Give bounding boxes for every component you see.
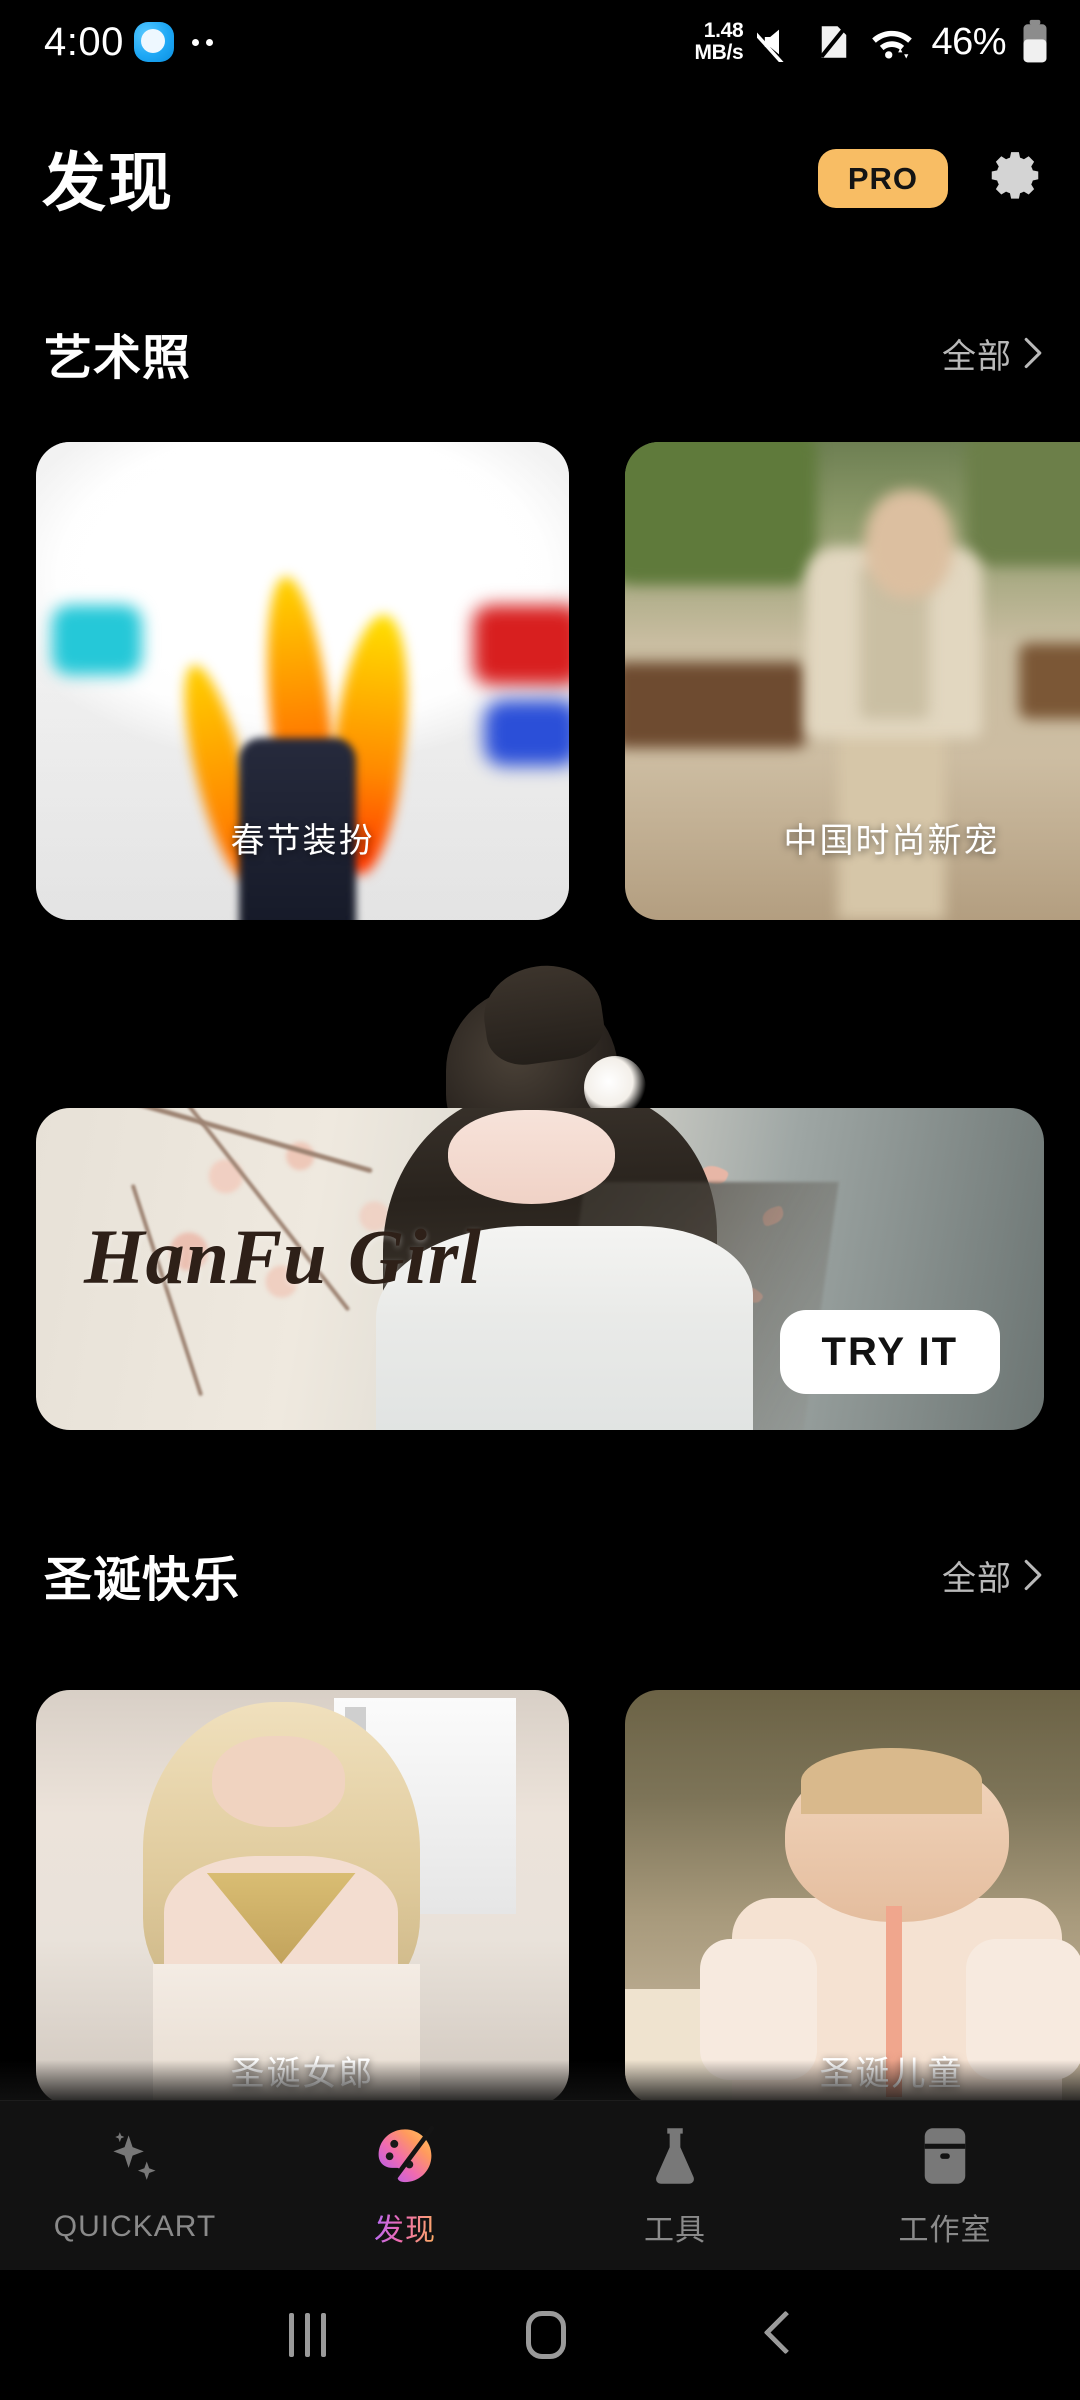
nav-label: 工具 xyxy=(644,2213,706,2247)
nav-label: 工作室 xyxy=(898,2213,992,2247)
gear-icon[interactable] xyxy=(984,147,1046,209)
status-time: 4:00 xyxy=(44,20,124,64)
carousel-card[interactable]: 圣诞女郎 xyxy=(36,1690,569,2105)
section-header-christmas: 圣诞快乐 全部 xyxy=(0,1540,1080,1610)
see-all-link[interactable]: 全部 xyxy=(942,1551,1012,1600)
status-bar-right: 1.48 MB/s 46% xyxy=(694,19,1050,65)
section-header-art-photos: 艺术照 全部 xyxy=(0,318,1080,388)
carousel-card[interactable]: 圣诞儿童 xyxy=(625,1690,1080,2105)
mute-icon xyxy=(757,29,785,62)
no-sim-icon xyxy=(820,21,852,58)
network-speed-unit: MB/s xyxy=(694,41,744,64)
try-it-button[interactable]: TRY IT xyxy=(779,1310,1000,1394)
carousel-card[interactable]: 中国时尚新宠 xyxy=(625,442,1080,920)
sparkle-icon xyxy=(103,2128,167,2194)
card-image xyxy=(36,1690,569,2105)
card-image xyxy=(625,1690,1080,2105)
carousel-christmas[interactable]: 圣诞女郎 圣诞儿童 圣诞老人 xyxy=(0,1690,1080,2105)
recents-icon[interactable] xyxy=(288,2313,326,2357)
promo-banner[interactable]: HanFu Girl TRY IT xyxy=(0,960,1080,1478)
chevron-right-icon[interactable] xyxy=(1022,1558,1044,1592)
android-navigation-bar xyxy=(0,2270,1080,2400)
wifi-icon xyxy=(872,30,913,59)
network-speed-value: 1.48 xyxy=(703,19,744,42)
battery-percent: 46% xyxy=(931,20,1006,63)
pro-button[interactable]: PRO xyxy=(817,148,948,208)
status-bar-left: 4:00 xyxy=(44,22,213,62)
palette-icon xyxy=(372,2123,438,2189)
battery-icon xyxy=(1023,19,1047,63)
notification-bubble-icon xyxy=(133,22,174,62)
nav-item-tools[interactable]: 工具 xyxy=(540,2123,810,2249)
see-all-link[interactable]: 全部 xyxy=(942,329,1012,378)
bottom-navigation: QUICKART 发现 工具 工作室 xyxy=(0,2100,1080,2270)
page-title: 发现 xyxy=(42,147,174,219)
more-notifications-icon xyxy=(191,38,213,46)
briefcase-icon xyxy=(915,2123,975,2189)
network-speed: 1.48 MB/s xyxy=(694,20,743,64)
card-label: 春节装扮 xyxy=(230,822,375,860)
banner-title: HanFu Girl xyxy=(84,1213,482,1300)
nav-item-discover[interactable]: 发现 xyxy=(270,2123,540,2249)
discover-screen: 4:00 1.48 MB/s 46% 发现 PRO 艺术照 全部 春节装扮 中国… xyxy=(0,0,1080,2400)
back-icon[interactable] xyxy=(766,2313,792,2357)
scroll-fade xyxy=(0,2060,1080,2100)
home-icon[interactable] xyxy=(525,2311,566,2359)
section-title: 圣诞快乐 xyxy=(44,1554,241,1607)
nav-item-studio[interactable]: 工作室 xyxy=(810,2123,1080,2249)
nav-label: QUICKART xyxy=(53,2209,217,2243)
chevron-right-icon[interactable] xyxy=(1022,336,1044,370)
flask-icon xyxy=(645,2123,705,2189)
nav-item-quickart[interactable]: QUICKART xyxy=(0,2128,270,2244)
status-bar: 4:00 1.48 MB/s 46% xyxy=(0,0,1080,84)
app-header: 发现 PRO xyxy=(0,118,1080,238)
section-title: 艺术照 xyxy=(44,332,192,385)
nav-label: 发现 xyxy=(374,2205,436,2249)
carousel-art-photos[interactable]: 春节装扮 中国时尚新宠 二战飞行员 xyxy=(0,442,1080,920)
banner-card[interactable]: HanFu Girl TRY IT xyxy=(36,1108,1044,1430)
carousel-card[interactable]: 春节装扮 xyxy=(36,442,569,920)
card-label: 中国时尚新宠 xyxy=(783,822,1000,860)
